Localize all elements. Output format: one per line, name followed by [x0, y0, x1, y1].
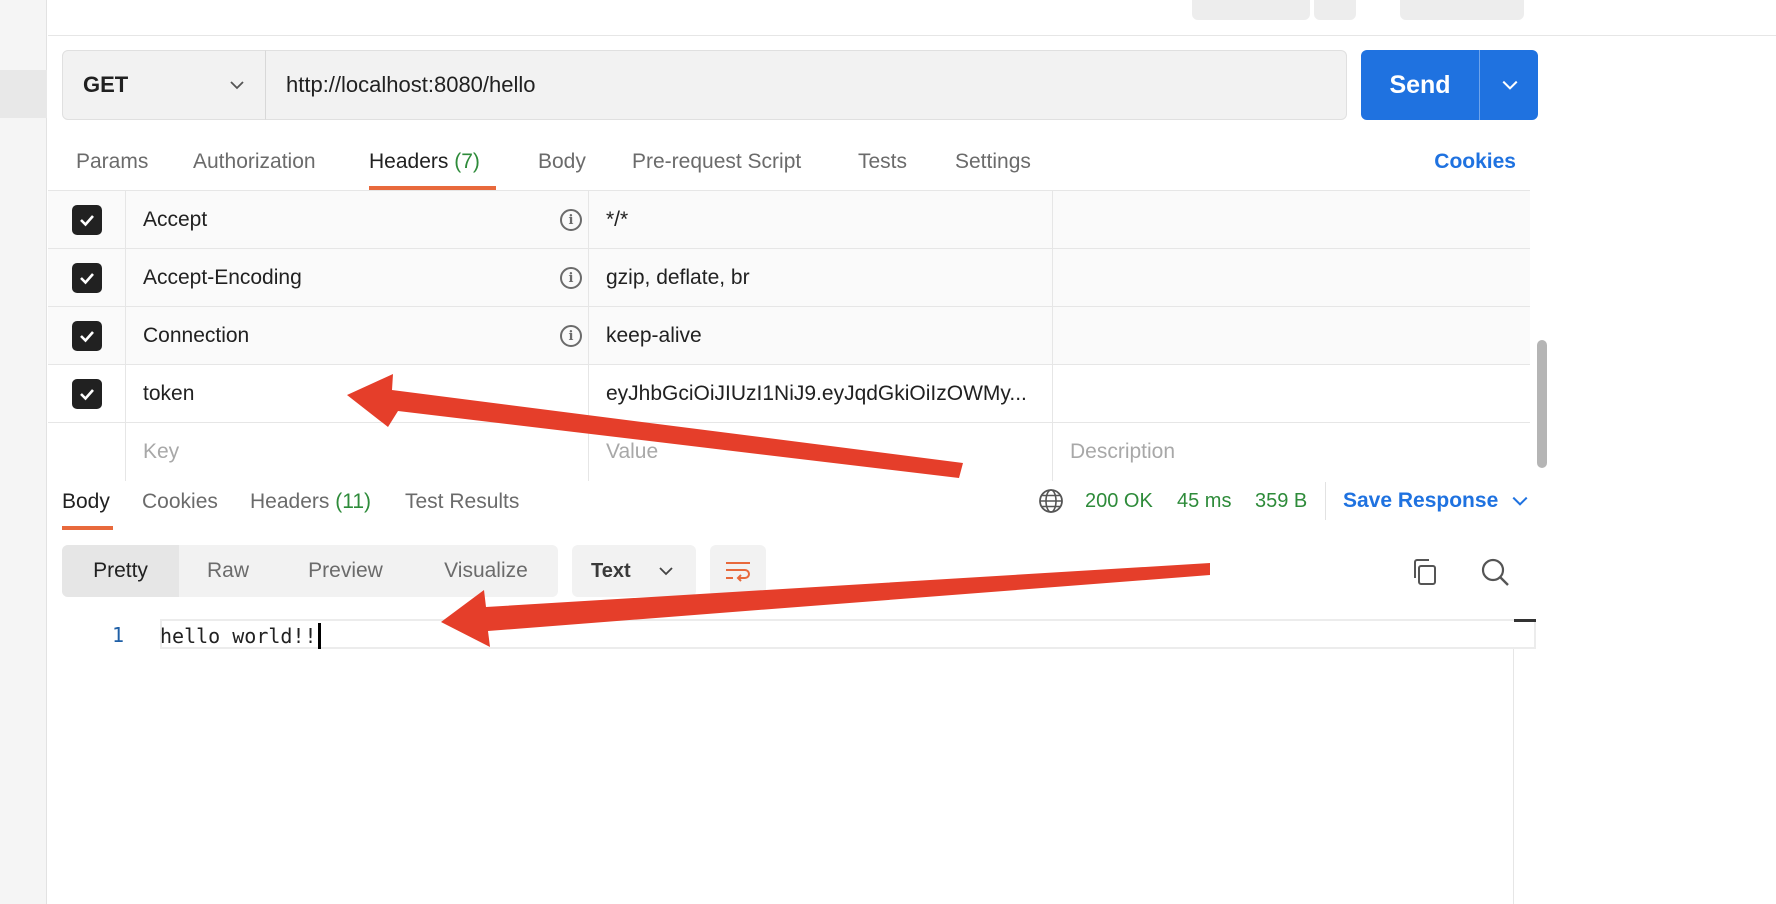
tab-tests[interactable]: Tests [858, 150, 907, 174]
header-description[interactable] [1053, 365, 1530, 423]
send-button[interactable]: Send [1361, 50, 1538, 120]
header-description[interactable] [1053, 249, 1530, 307]
overview-ruler-mark [1514, 619, 1536, 622]
send-options-button[interactable] [1481, 50, 1538, 120]
header-key-text: Connection [143, 324, 250, 347]
tab-response-headers[interactable]: Headers (11) [250, 490, 371, 514]
check-icon [79, 273, 94, 285]
headers-table: Accept i */* Accept-Encoding i gzip, defla… [48, 190, 1530, 481]
header-key-text: Accept [143, 208, 208, 231]
checkbox-cell [48, 307, 126, 365]
response-body-editor[interactable]: 1 hello world!! [48, 605, 1538, 904]
text-cursor [317, 623, 321, 649]
top-toolbar-button[interactable] [1192, 0, 1310, 20]
tab-response-cookies[interactable]: Cookies [142, 490, 218, 514]
header-description[interactable] [1053, 307, 1530, 365]
tab-body[interactable]: Body [538, 150, 586, 174]
table-row: Accept-Encoding i gzip, deflate, br [48, 249, 1530, 307]
request-tabs: Params Authorization Headers (7) Body Pr… [62, 140, 1538, 190]
tab-prerequest-script[interactable]: Pre-request Script [632, 150, 801, 174]
view-raw-button[interactable]: Raw [179, 545, 277, 597]
active-tab-underline [62, 526, 113, 530]
divider [1325, 482, 1326, 520]
header-key[interactable]: Accept-Encoding i [126, 249, 589, 307]
tab-response-body[interactable]: Body [62, 490, 110, 514]
view-preview-button[interactable]: Preview [277, 545, 414, 597]
row-checkbox[interactable] [71, 205, 102, 235]
top-toolbar-strip [48, 0, 1776, 36]
row-checkbox[interactable] [71, 379, 102, 409]
search-icon[interactable] [1479, 556, 1511, 588]
response-body-content: hello world!! [160, 624, 317, 648]
headers-scrollbar[interactable] [1536, 195, 1548, 470]
header-value[interactable]: */* [589, 191, 1053, 249]
header-value[interactable]: gzip, deflate, br [589, 249, 1053, 307]
chevron-down-icon [230, 81, 244, 90]
info-icon[interactable]: i [560, 209, 582, 231]
header-key-text: Accept-Encoding [143, 266, 302, 289]
tab-authorization[interactable]: Authorization [193, 150, 316, 174]
tab-params[interactable]: Params [76, 150, 148, 174]
url-input[interactable]: http://localhost:8080/hello [265, 50, 1347, 120]
format-label: Text [591, 559, 631, 582]
chevron-down-icon [659, 567, 673, 576]
table-row: Accept i */* [48, 191, 1530, 249]
top-toolbar-button[interactable] [1314, 0, 1356, 20]
tab-headers-label: Headers [369, 150, 449, 173]
header-value[interactable]: eyJhbGciOiJIUzI1NiJ9.eyJqdGkiOiIzOWMy... [589, 365, 1053, 423]
current-line-highlight [160, 619, 1536, 649]
header-key[interactable]: token [126, 365, 589, 423]
tab-headers-count: (7) [454, 150, 480, 173]
view-mode-selector: Pretty Raw Preview Visualize [62, 545, 558, 597]
header-value[interactable]: keep-alive [589, 307, 1053, 365]
tab-response-headers-label: Headers [250, 490, 330, 513]
globe-icon[interactable] [1038, 488, 1064, 514]
chevron-down-icon [1502, 80, 1517, 90]
copy-icon[interactable] [1409, 556, 1441, 588]
table-row: Connection i keep-alive [48, 307, 1530, 365]
format-select[interactable]: Text [572, 545, 696, 597]
checkbox-cell [48, 191, 126, 249]
status-code[interactable]: 200 OK [1085, 490, 1153, 513]
view-visualize-button[interactable]: Visualize [414, 545, 558, 597]
line-number: 1 [112, 623, 125, 647]
chevron-down-icon[interactable] [1511, 492, 1529, 510]
row-checkbox[interactable] [71, 263, 102, 293]
header-key[interactable]: Accept i [126, 191, 589, 249]
check-icon [79, 389, 94, 401]
info-icon[interactable]: i [560, 267, 582, 289]
tab-test-results[interactable]: Test Results [405, 490, 519, 514]
save-response-button[interactable]: Save Response [1343, 489, 1498, 513]
header-description[interactable] [1053, 191, 1530, 249]
response-size[interactable]: 359 B [1255, 490, 1307, 513]
tab-headers[interactable]: Headers (7) [369, 150, 480, 174]
top-toolbar-button[interactable] [1400, 0, 1524, 20]
info-icon[interactable]: i [560, 325, 582, 347]
response-body-text[interactable]: hello world!! [160, 623, 321, 649]
scrollbar-thumb[interactable] [1537, 340, 1547, 468]
wrap-lines-icon [726, 562, 750, 582]
cookies-link[interactable]: Cookies [1434, 150, 1516, 174]
table-row: token eyJhbGciOiJIUzI1NiJ9.eyJqdGkiOiIzO… [48, 365, 1530, 423]
view-pretty-button[interactable]: Pretty [62, 545, 179, 597]
response-tabs: Body Cookies Headers (11) Test Results 2… [48, 472, 1538, 530]
sidebar-selected-item[interactable] [0, 70, 47, 118]
header-key[interactable]: Connection i [126, 307, 589, 365]
check-icon [79, 215, 94, 227]
sidebar-rail [0, 0, 47, 904]
send-label: Send [1361, 50, 1480, 120]
response-time[interactable]: 45 ms [1177, 490, 1231, 513]
method-select[interactable]: GET [62, 50, 266, 120]
tab-response-headers-count: (11) [335, 490, 372, 513]
check-icon [79, 331, 94, 343]
tab-settings[interactable]: Settings [955, 150, 1031, 174]
checkbox-cell [48, 365, 126, 423]
method-label: GET [83, 72, 129, 97]
overview-ruler [1513, 649, 1514, 904]
row-checkbox[interactable] [71, 321, 102, 351]
wrap-lines-button[interactable] [710, 545, 766, 597]
checkbox-cell [48, 249, 126, 307]
